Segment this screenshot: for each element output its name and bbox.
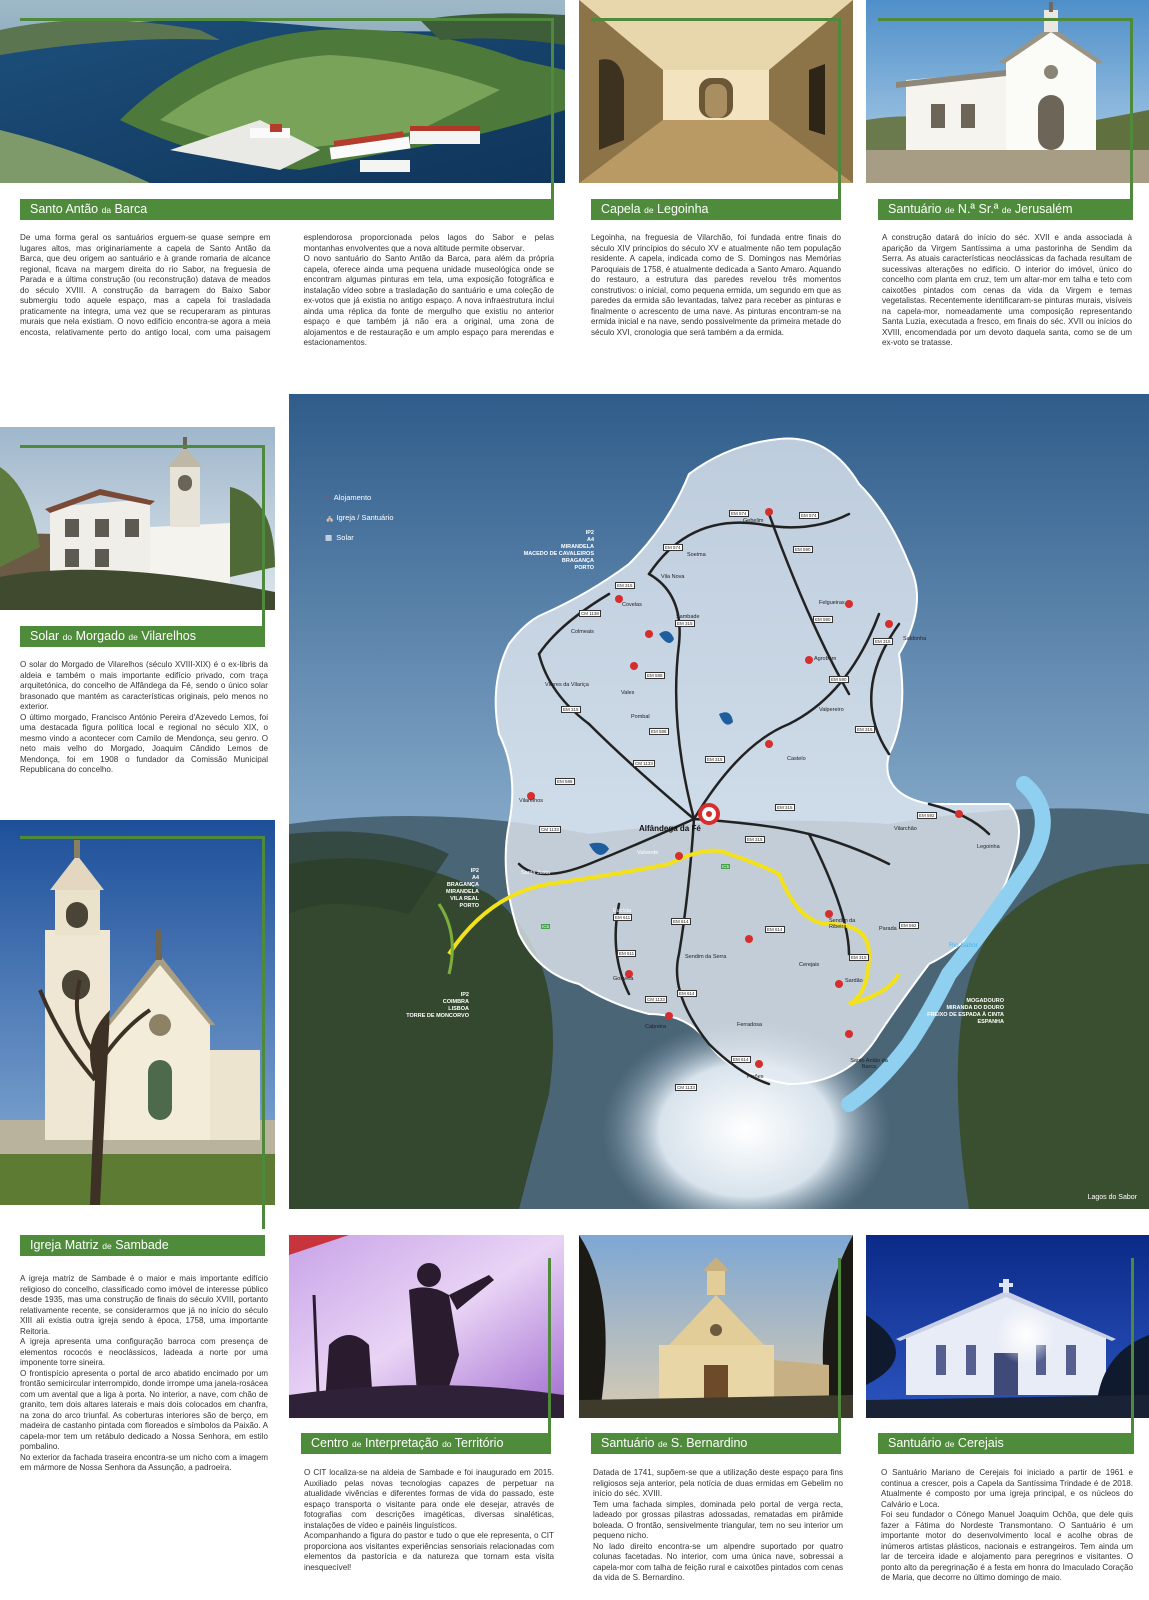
road-label: EM 592 bbox=[917, 812, 937, 819]
santo-antao-photo bbox=[0, 0, 565, 183]
cerejais-title: Santuário de Cerejais bbox=[878, 1433, 1134, 1454]
road-label: EM 614 bbox=[765, 926, 785, 933]
road-label: EM 590 bbox=[829, 676, 849, 683]
place-vila-nova: Vila Nova bbox=[661, 574, 685, 580]
place-castelo: Castelo bbox=[787, 756, 806, 762]
road-label: EM 315 bbox=[849, 954, 869, 961]
road-label: EM 315 bbox=[561, 706, 581, 713]
road-label: EM 315 bbox=[855, 726, 875, 733]
solar-title: Solar do Morgado de Vilarelhos bbox=[20, 626, 265, 647]
road-label: EM 315 bbox=[615, 582, 635, 589]
place-cerejais: Cerejais bbox=[799, 962, 820, 968]
road-label: EM 590 bbox=[793, 546, 813, 553]
place-sendim-serra: Sendim da Serra bbox=[685, 954, 727, 960]
place-legoinha: Legoinha bbox=[977, 844, 1000, 850]
map-credit: Lagos do Sabor bbox=[1087, 1194, 1137, 1201]
road-label: EM 315 bbox=[873, 638, 893, 645]
place-valverde: Valverde bbox=[637, 850, 659, 856]
bernardino-photo bbox=[579, 1235, 853, 1418]
road-label: EM 588 bbox=[649, 728, 669, 735]
road-label: EM 614 bbox=[671, 918, 691, 925]
place-agrobom: Agrobom bbox=[814, 656, 837, 662]
road-label: EM 315 bbox=[675, 620, 695, 627]
place-pombal: Pombal bbox=[631, 714, 650, 720]
place-felgueiras: Felgueiras bbox=[819, 600, 845, 606]
place-sendim-ribeira: Sendim da Ribeira bbox=[829, 918, 856, 930]
sambade-photo bbox=[0, 820, 275, 1205]
map-center-label: Alfândega da Fé bbox=[639, 824, 701, 833]
cerejais-photo bbox=[866, 1235, 1149, 1418]
place-vilarchao: Vilarchão bbox=[894, 826, 917, 832]
jerusalem-title: Santuário de N.ª Sr.ª de Jerusalém bbox=[878, 199, 1133, 220]
place-vales: Vales bbox=[621, 690, 635, 696]
place-santa-justa: Santa Justa bbox=[521, 870, 551, 876]
house-icon: ⌂ bbox=[325, 493, 330, 502]
legend-solar: ▦ Solar bbox=[325, 533, 354, 542]
cit-text: O CIT localiza-se na aldeia de Sambade e… bbox=[304, 1468, 554, 1572]
road-label: EM 315 bbox=[775, 804, 795, 811]
road-label: EM 614 bbox=[731, 1056, 751, 1063]
dest-sw: IP2 COIMBRA LISBOA TORRE DE MONCORVO bbox=[406, 992, 469, 1019]
dest-ne: IP2 A4 MIRANDELA MACEDO DE CAVALEIROS BRAGAN… bbox=[523, 530, 594, 571]
road-label: EM 574 bbox=[799, 512, 819, 519]
place-cabreira: Cabreira bbox=[645, 1024, 667, 1030]
sambade-title: Igreja Matriz de Sambade bbox=[20, 1235, 265, 1256]
place-parada: Parada bbox=[879, 926, 897, 932]
road-label: EM 588 bbox=[555, 778, 575, 785]
road-label: EM 590 bbox=[813, 616, 833, 623]
jerusalem-photo bbox=[866, 0, 1149, 183]
road-label: EM 611 bbox=[617, 950, 637, 957]
legend-alojamento: ⌂ Alojamento bbox=[325, 493, 372, 502]
solar-text: O solar do Morgado de Vilarelhos (século… bbox=[20, 660, 268, 774]
legoinha-text: Legoinha, na freguesia de Vilarchão, foi… bbox=[591, 233, 841, 337]
road-label: CM 1138 bbox=[579, 610, 601, 617]
road-label: IC5 bbox=[721, 864, 731, 869]
place-picoes: Picões bbox=[747, 1074, 764, 1080]
dest-se: MOGADOURO MIRANDA DO DOURO FREIXO DE ESPAD… bbox=[927, 998, 1004, 1025]
jerusalem-text: A construção datará do início do séc. XV… bbox=[882, 233, 1132, 347]
road-label: CM 1133 bbox=[633, 760, 655, 767]
map-river-label: Rio Sabor bbox=[949, 942, 978, 949]
place-vilares: Vilares da Vilariça bbox=[545, 682, 589, 688]
place-colmeais: Colmeais bbox=[571, 629, 594, 635]
dest-w: IP2 A4 BRAGANÇA MIRANDELA VILA REAL PORTO bbox=[446, 868, 479, 909]
road-label: EM 574 bbox=[729, 510, 749, 517]
road-label: EM 315 bbox=[705, 756, 725, 763]
place-sardao: Sardão bbox=[845, 978, 863, 984]
place-santo-antao: Santo Antão da Barca bbox=[850, 1058, 888, 1070]
road-label: EM 614 bbox=[677, 990, 697, 997]
place-soeima: Soeima bbox=[687, 552, 706, 558]
bernardino-text: Datada de 1741, supõem-se que a utilizaç… bbox=[593, 1468, 843, 1582]
road-label: EM 574 bbox=[663, 544, 683, 551]
sambade-text: A igreja matriz de Sambade é o maior e m… bbox=[20, 1274, 268, 1472]
santo-antao-title: Santo Antão da Barca bbox=[20, 199, 554, 220]
manor-icon: ▦ bbox=[325, 533, 333, 542]
cit-title: Centro de Interpretação do Território bbox=[301, 1433, 551, 1454]
cit-photo bbox=[289, 1235, 564, 1418]
place-valpereiro: Valpereiro bbox=[819, 707, 844, 713]
legend-igreja: ⛪ Igreja / Santuário bbox=[325, 513, 394, 522]
bernardino-title: Santuário de S. Bernardino bbox=[591, 1433, 841, 1454]
place-ferradosa: Ferradosa bbox=[737, 1022, 763, 1028]
tourist-map: ⌂ Alojamento ⛪ Igreja / Santuário ▦ Sola… bbox=[289, 394, 1149, 1209]
road-label: EM 611 bbox=[613, 914, 633, 921]
road-label: CM 1133 bbox=[645, 996, 667, 1003]
solar-photo bbox=[0, 427, 275, 610]
road-label: EM 315 bbox=[745, 836, 765, 843]
place-gouveia: Gouveia bbox=[613, 976, 634, 982]
legoinha-title: Capela de Legoinha bbox=[591, 199, 841, 220]
church-icon: ⛪ bbox=[325, 513, 335, 522]
place-gebelim: Gebelim bbox=[743, 518, 764, 524]
road-label: IC5 bbox=[541, 924, 551, 929]
santo-antao-text: De uma forma geral os santuários erguem-… bbox=[20, 233, 554, 347]
road-label: CM 1133 bbox=[539, 826, 561, 833]
place-saldonha: Saldonha bbox=[903, 636, 927, 642]
place-vilarelhos: Vilarelhos bbox=[519, 798, 544, 804]
legoinha-photo bbox=[579, 0, 853, 183]
cerejais-text: O Santuário Mariano de Cerejais foi inic… bbox=[881, 1468, 1133, 1582]
place-covelas: Covelas bbox=[622, 602, 642, 608]
road-label: EM 588 bbox=[645, 672, 665, 679]
road-label: CM 1133 bbox=[675, 1084, 697, 1091]
road-label: EM 592 bbox=[899, 922, 919, 929]
